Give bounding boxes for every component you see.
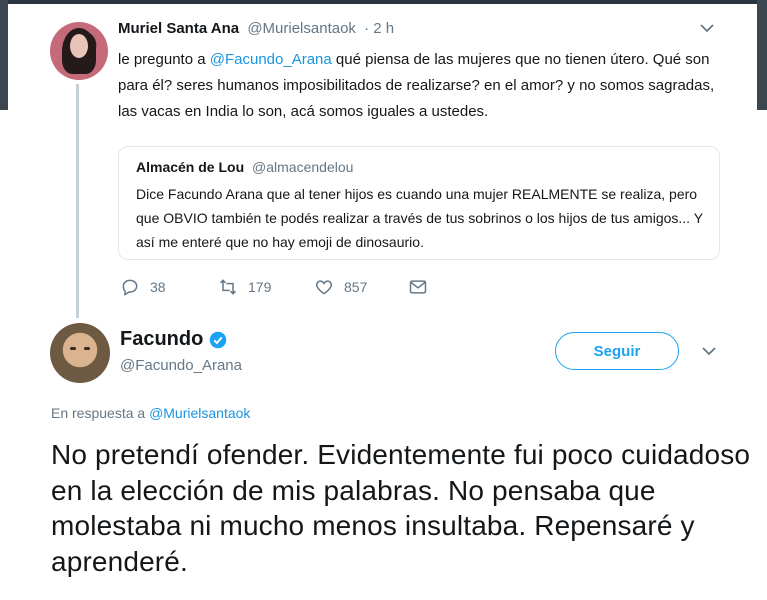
parent-author-row[interactable]: Muriel Santa Ana @Murielsantaok · 2 h	[118, 20, 394, 37]
parent-tweet-text: le pregunto a @Facundo_Arana qué piensa …	[118, 47, 718, 125]
reply-icon	[122, 279, 138, 296]
reply-prefix: En respuesta a	[51, 405, 150, 421]
window-left-edge	[0, 0, 8, 110]
author-handle[interactable]: @Facundo_Arana	[120, 357, 242, 374]
avatar-eye-left	[70, 347, 76, 350]
parent-text-start: le pregunto a	[118, 51, 210, 68]
author-name-row[interactable]: Facundo	[120, 328, 227, 351]
parent-tweet-time[interactable]: · 2 h	[364, 20, 394, 37]
thread-connector-line	[76, 84, 79, 318]
retweet-action[interactable]: 179	[218, 277, 271, 297]
like-count: 857	[344, 279, 368, 295]
chevron-down-icon[interactable]	[702, 343, 716, 361]
quoted-tweet[interactable]: Almacén de Lou @almacendelou Dice Facund…	[118, 146, 720, 260]
quoted-author-row: Almacén de Lou @almacendelou	[136, 159, 353, 175]
reply-mention-link[interactable]: @Murielsantaok	[149, 405, 250, 421]
reply-context: En respuesta a @Murielsantaok	[51, 405, 250, 421]
message-icon	[409, 280, 427, 294]
quoted-author-handle: @almacendelou	[252, 159, 354, 175]
avatar-eye-right	[84, 347, 90, 350]
avatar-face	[70, 34, 88, 58]
chevron-down-icon[interactable]	[700, 20, 714, 38]
main-tweet-text: No pretendí ofender. Evidentemente fui p…	[51, 439, 751, 577]
window-right-edge	[757, 0, 767, 110]
parent-author-handle[interactable]: @Murielsantaok	[247, 20, 356, 37]
follow-button[interactable]: Seguir	[555, 332, 679, 370]
parent-author-name[interactable]: Muriel Santa Ana	[118, 20, 239, 37]
quoted-tweet-text: Dice Facundo Arana que al tener hijos es…	[136, 186, 703, 250]
mention-link[interactable]: @Facundo_Arana	[210, 51, 332, 68]
quoted-author-name: Almacén de Lou	[136, 159, 245, 175]
retweet-icon	[219, 279, 237, 295]
author-avatar[interactable]	[50, 323, 110, 383]
verified-badge-icon	[210, 331, 227, 348]
like-icon	[315, 280, 333, 295]
retweet-count: 179	[248, 279, 272, 295]
like-action[interactable]: 857	[314, 277, 367, 297]
reply-count: 38	[150, 279, 166, 295]
parent-author-avatar[interactable]	[50, 22, 108, 80]
reply-action[interactable]: 38	[120, 277, 166, 297]
message-action[interactable]	[408, 277, 438, 297]
author-name[interactable]: Facundo	[120, 328, 203, 351]
